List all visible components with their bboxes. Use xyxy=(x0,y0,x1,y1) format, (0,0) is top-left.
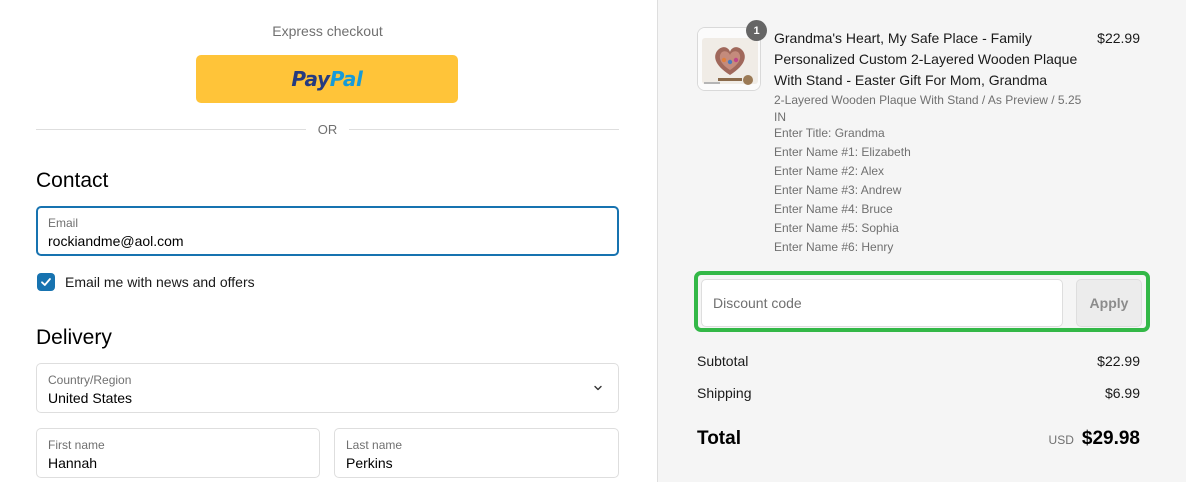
product-title: Grandma's Heart, My Safe Place - Family … xyxy=(774,30,1078,88)
paypal-logo-pay: Pay xyxy=(291,67,330,91)
product-variant: 2-Layered Wooden Plaque With Stand / As … xyxy=(774,93,1082,124)
subtotal-value: $22.99 xyxy=(1097,353,1140,369)
subtotal-label: Subtotal xyxy=(697,353,749,369)
first-name-value[interactable]: Hannah xyxy=(48,455,97,471)
total-value-group: USD $29.98 xyxy=(1049,428,1140,450)
last-name-label: Last name xyxy=(346,438,403,452)
country-select[interactable]: Country/Region United States xyxy=(36,363,619,413)
delivery-heading: Delivery xyxy=(36,326,112,349)
total-row: Total USD $29.98 xyxy=(697,428,1140,450)
product-property: Enter Name #5: Sophia xyxy=(774,221,899,235)
first-name-field[interactable]: First name Hannah xyxy=(36,428,320,478)
shipping-label: Shipping xyxy=(697,385,752,401)
subtotal-row: Subtotal $22.99 xyxy=(697,353,1140,369)
last-name-value[interactable]: Perkins xyxy=(346,455,393,471)
total-label: Total xyxy=(697,428,741,449)
shipping-row: Shipping $6.99 xyxy=(697,385,1140,401)
product-property: Enter Name #2: Alex xyxy=(774,164,885,178)
or-text: OR xyxy=(317,122,338,137)
first-name-label: First name xyxy=(48,438,105,452)
country-label: Country/Region xyxy=(48,373,132,387)
chevron-down-icon xyxy=(594,385,602,391)
email-field-label: Email xyxy=(48,216,79,230)
shipping-value: $6.99 xyxy=(1104,385,1140,401)
total-amount: $29.98 xyxy=(1081,428,1140,449)
product-price: $22.99 xyxy=(1097,30,1140,46)
paypal-logo-pal: Pal xyxy=(329,67,363,91)
divider-line-right xyxy=(349,129,619,130)
email-field-value[interactable]: rockiandme@aol.com xyxy=(48,233,184,249)
checkmark-icon xyxy=(41,278,51,286)
product-property: Enter Name #1: Elizabeth xyxy=(774,145,911,159)
order-summary-panel: 1 Grandma's Heart, My Safe Place - Famil… xyxy=(657,0,1186,482)
contact-heading: Contact xyxy=(36,169,109,192)
product-property: Enter Name #6: Henry xyxy=(774,240,894,254)
newsletter-checkbox[interactable] xyxy=(37,273,55,291)
paypal-logo: PayPal xyxy=(291,67,363,91)
country-value: United States xyxy=(48,390,133,406)
product-properties: Enter Title: Grandma Enter Name #1: Eliz… xyxy=(774,125,911,258)
paypal-button[interactable]: PayPal xyxy=(196,55,458,103)
product-property: Enter Name #4: Bruce xyxy=(774,202,893,216)
express-checkout-label: Express checkout xyxy=(272,23,383,39)
product-property: Enter Name #3: Andrew xyxy=(774,183,902,197)
newsletter-label: Email me with news and offers xyxy=(65,274,255,290)
checkout-main-panel: Express checkout PayPal OR Contact Email… xyxy=(0,0,657,482)
apply-discount-button[interactable]: Apply xyxy=(1076,279,1142,327)
divider-line-left xyxy=(36,129,306,130)
or-divider: OR xyxy=(36,122,619,137)
currency-code: USD xyxy=(1048,433,1074,447)
discount-code-input[interactable]: Discount code xyxy=(701,279,1063,327)
email-field[interactable]: Email rockiandme@aol.com xyxy=(36,206,619,256)
discount-highlight-box: Discount code Apply xyxy=(694,271,1150,332)
quantity-badge: 1 xyxy=(746,20,767,41)
newsletter-option[interactable]: Email me with news and offers xyxy=(37,273,255,291)
last-name-field[interactable]: Last name Perkins xyxy=(334,428,619,478)
product-property: Enter Title: Grandma xyxy=(774,126,885,140)
